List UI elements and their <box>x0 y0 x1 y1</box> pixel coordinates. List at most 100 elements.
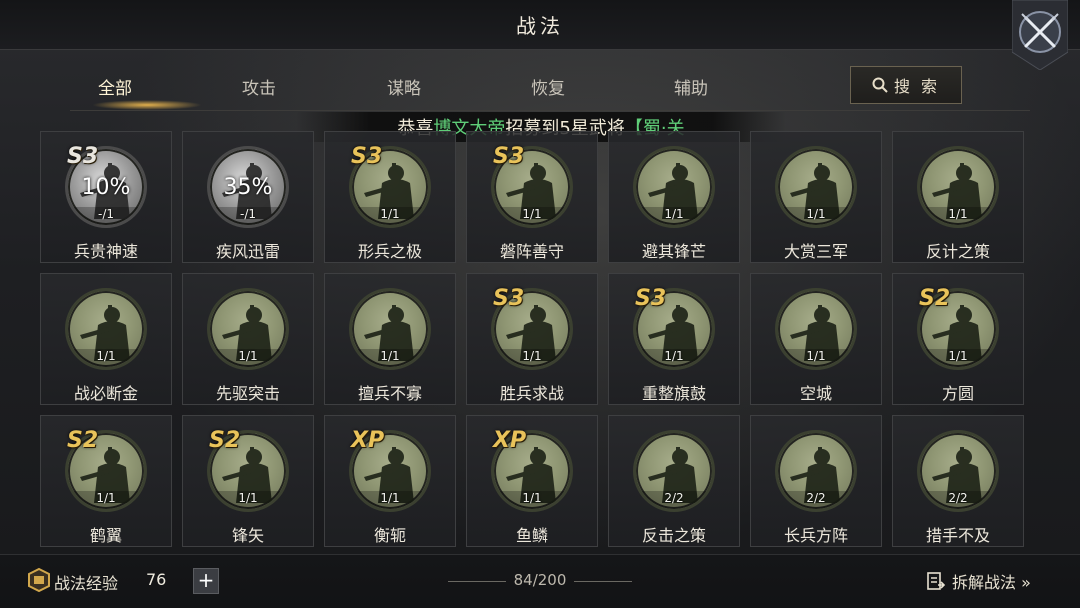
tactic-card[interactable]: 1/1 S3 重整旗鼓 <box>608 273 740 405</box>
search-icon <box>872 77 888 93</box>
close-button[interactable] <box>1011 0 1069 71</box>
tactic-count-label: 1/1 <box>664 207 684 221</box>
tactic-count-label: 2/2 <box>806 491 826 505</box>
dismantle-button[interactable]: 拆解战法 » <box>926 567 1056 595</box>
tactic-progress: 10% <box>81 175 131 200</box>
tactic-tier-tag: S2 <box>209 428 241 453</box>
tactic-card[interactable]: 1/1 S3 形兵之极 <box>324 131 456 263</box>
tactic-count-label: 2/2 <box>664 491 684 505</box>
tactic-count-label: -/1 <box>239 207 256 221</box>
tactic-tier-tag: S3 <box>493 286 525 311</box>
tactic-count-label: 1/1 <box>806 349 826 363</box>
tactic-name: 重整旗鼓 <box>641 384 706 403</box>
tactic-name: 战必断金 <box>73 384 138 403</box>
exp-value: 76 <box>146 570 167 589</box>
tactic-count-label: 1/1 <box>948 349 968 363</box>
tactic-name: 长兵方阵 <box>783 526 848 545</box>
tactic-medal: 1/1 <box>633 146 715 228</box>
tactic-count-label: 1/1 <box>96 349 116 363</box>
tactic-medal: 1/1 <box>917 146 999 228</box>
tactic-card[interactable]: 2/2 长兵方阵 <box>750 415 882 547</box>
tactic-card[interactable]: 1/1 避其锋芒 <box>608 131 740 263</box>
tactic-card[interactable]: 1/1 S3 磐阵善守 <box>466 131 598 263</box>
tactic-name: 磐阵善守 <box>499 242 564 261</box>
tactic-name: 措手不及 <box>925 526 990 545</box>
tactic-tier-tag: S3 <box>351 144 383 169</box>
tactic-card[interactable]: 10% -/1 S3 兵贵神速 <box>40 131 172 263</box>
tactic-name: 兵贵神速 <box>73 242 138 261</box>
tactic-name: 擅兵不寡 <box>357 384 422 403</box>
tactic-card[interactable]: 1/1 S3 胜兵求战 <box>466 273 598 405</box>
tactic-name: 疾风迅雷 <box>215 242 280 261</box>
tactic-name: 形兵之极 <box>357 242 422 261</box>
tactic-card[interactable]: 1/1 先驱突击 <box>182 273 314 405</box>
tactic-name: 空城 <box>799 384 832 403</box>
tactic-tier-tag: S3 <box>493 144 525 169</box>
tactic-progress: 35% <box>223 175 273 200</box>
tactic-card[interactable]: 1/1 战必断金 <box>40 273 172 405</box>
tactic-tier-tag: S3 <box>67 144 99 169</box>
tactic-name: 胜兵求战 <box>499 384 564 403</box>
tactic-medal: 2/2 <box>633 430 715 512</box>
tactic-card[interactable]: 1/1 XP 衡轭 <box>324 415 456 547</box>
tab-strategy[interactable]: 谋略 <box>344 74 464 99</box>
tactic-name: 鹤翼 <box>89 526 122 545</box>
tactic-count-label: 1/1 <box>380 349 400 363</box>
tactic-card[interactable]: 1/1 反计之策 <box>892 131 1024 263</box>
tactic-name: 大赏三军 <box>783 242 848 261</box>
tactic-count-label: 1/1 <box>664 349 684 363</box>
tactic-card[interactable]: 2/2 措手不及 <box>892 415 1024 547</box>
tactic-card[interactable]: 1/1 空城 <box>750 273 882 405</box>
tactic-medal: 1/1 <box>349 288 431 370</box>
tactic-count-label: 1/1 <box>806 207 826 221</box>
tactic-count-label: 1/1 <box>238 349 258 363</box>
tactic-card[interactable]: 1/1 大赏三军 <box>750 131 882 263</box>
tactic-tier-tag: S2 <box>67 428 99 453</box>
search-button[interactable]: 搜 索 <box>850 66 962 104</box>
tactic-card[interactable]: 1/1 S2 方圆 <box>892 273 1024 405</box>
tactic-count-label: 1/1 <box>522 491 542 505</box>
tactic-name: 反计之策 <box>925 242 990 261</box>
tactic-name: 衡轭 <box>373 526 406 545</box>
tactic-name: 鱼鳞 <box>515 526 548 545</box>
tactic-medal: 1/1 <box>207 288 289 370</box>
tactic-count-label: 1/1 <box>522 349 542 363</box>
tactic-count: 84/200 <box>513 571 567 589</box>
tactic-count-label: 1/1 <box>948 207 968 221</box>
tactic-name: 反击之策 <box>641 526 706 545</box>
top-bar: 战法 <box>0 0 1080 50</box>
tactic-medal: 1/1 <box>775 288 857 370</box>
tactic-card[interactable]: 1/1 擅兵不寡 <box>324 273 456 405</box>
tactic-card[interactable]: 1/1 S2 锋矢 <box>182 415 314 547</box>
tactic-name: 锋矢 <box>231 526 264 545</box>
tab-assist[interactable]: 辅助 <box>631 74 751 99</box>
add-exp-button[interactable]: + <box>193 568 219 594</box>
tactic-medal: 2/2 <box>775 430 857 512</box>
tactic-tier-tag: XP <box>493 428 527 453</box>
tactic-name: 避其锋芒 <box>641 242 706 261</box>
tactic-medal: 1/1 <box>65 288 147 370</box>
tactic-name: 方圆 <box>941 384 974 403</box>
dismantle-icon <box>927 572 946 590</box>
tactic-card[interactable]: 1/1 XP 鱼鳞 <box>466 415 598 547</box>
tactic-card[interactable]: 2/2 反击之策 <box>608 415 740 547</box>
crossed-swords-icon <box>1011 0 1069 71</box>
tactic-exp-icon <box>28 567 50 593</box>
tactic-count-label: 1/1 <box>238 491 258 505</box>
search-label: 搜 索 <box>893 77 941 96</box>
tactic-count-label: 1/1 <box>522 207 542 221</box>
tab-recovery[interactable]: 恢复 <box>488 74 608 99</box>
divider-right <box>574 581 632 582</box>
tactic-card[interactable]: 35% -/1 疾风迅雷 <box>182 131 314 263</box>
page-title: 战法 <box>516 14 564 38</box>
tab-attack[interactable]: 攻击 <box>199 74 319 99</box>
tactic-tier-tag: XP <box>351 428 385 453</box>
tactic-count-label: -/1 <box>97 207 114 221</box>
exp-label: 战法经验 <box>54 574 119 593</box>
tactic-medal: 35% -/1 <box>207 146 289 228</box>
tab-all[interactable]: 全部 <box>55 74 175 99</box>
dismantle-label: 拆解战法 » <box>952 573 1031 592</box>
tactic-count-label: 1/1 <box>380 207 400 221</box>
tactic-card[interactable]: 1/1 S2 鹤翼 <box>40 415 172 547</box>
tactic-medal: 1/1 <box>775 146 857 228</box>
